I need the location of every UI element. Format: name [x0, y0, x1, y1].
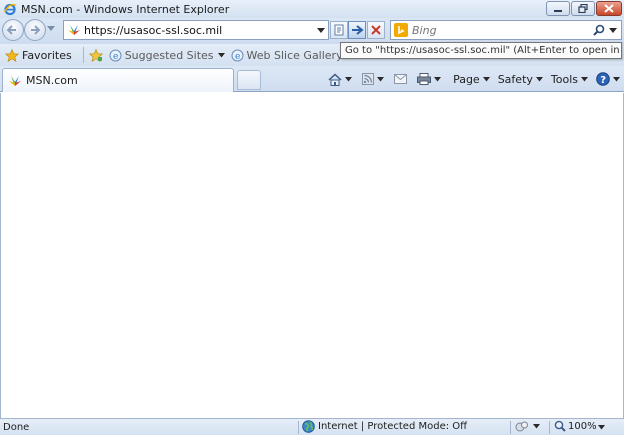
status-bar: Done Internet | Protected Mode: Off 100%	[0, 418, 624, 435]
tab-msn[interactable]: MSN.com	[2, 68, 234, 92]
favorites-button[interactable]: Favorites	[5, 48, 72, 62]
chevron-down-icon	[482, 76, 490, 81]
security-zone[interactable]: Internet | Protected Mode: Off	[302, 420, 467, 433]
help-button[interactable]: ?	[596, 72, 620, 86]
chevron-down-icon	[345, 76, 353, 81]
favorites-star-icon	[5, 48, 19, 62]
close-button[interactable]	[596, 1, 622, 16]
web-slice-gallery-link[interactable]: e Web Slice Gallery	[231, 49, 354, 62]
zoom-level: 100%	[568, 420, 597, 432]
command-bar: Page Safety Tools ?	[322, 70, 620, 88]
add-favorite-star-icon	[88, 48, 103, 62]
forward-arrow-icon	[31, 25, 41, 35]
add-to-favorites-bar-button[interactable]	[88, 48, 103, 62]
ie-page-icon: e	[109, 49, 122, 62]
feeds-icon	[362, 73, 375, 85]
protected-mode-button[interactable]	[515, 420, 540, 433]
favorites-label: Favorites	[22, 48, 72, 62]
ie-page-icon: e	[231, 49, 244, 62]
tools-menu-label: Tools	[550, 72, 578, 86]
suggested-sites-label: Suggested Sites	[124, 48, 214, 62]
status-separator	[549, 421, 550, 434]
home-icon	[328, 72, 342, 86]
read-mail-button[interactable]	[394, 74, 408, 84]
chevron-down-icon	[581, 76, 588, 81]
svg-text:e: e	[113, 52, 118, 62]
window-controls	[546, 1, 622, 16]
go-button-tooltip: Go to "https://usasoc-ssl.soc.mil" (Alt+…	[340, 42, 622, 59]
internet-explorer-icon	[3, 2, 17, 16]
go-arrow-icon	[351, 25, 364, 35]
feeds-button[interactable]	[362, 73, 385, 85]
window-title: MSN.com - Windows Internet Explorer	[21, 2, 230, 16]
security-zone-label: Internet | Protected Mode: Off	[318, 421, 468, 432]
zoom-button[interactable]: 100%	[554, 420, 597, 432]
web-slice-gallery-label: Web Slice Gallery	[246, 48, 343, 62]
status-separator	[510, 421, 511, 434]
back-arrow-icon	[6, 25, 16, 35]
status-separator	[298, 421, 299, 434]
home-button[interactable]	[328, 72, 353, 86]
page-menu-label: Page	[453, 72, 480, 86]
title-bar: MSN.com - Windows Internet Explorer	[0, 0, 624, 18]
address-input[interactable]	[84, 23, 304, 37]
mail-icon	[394, 74, 408, 84]
add-ons-icon	[515, 421, 528, 432]
print-button[interactable]	[417, 73, 442, 85]
restore-button[interactable]	[571, 1, 595, 16]
print-icon	[417, 73, 432, 85]
recent-pages-dropdown-icon[interactable]	[47, 26, 55, 32]
navigation-bar	[0, 18, 624, 44]
chevron-down-icon	[434, 76, 442, 81]
back-button[interactable]	[2, 19, 24, 41]
close-icon	[604, 4, 614, 13]
globe-icon	[302, 420, 315, 433]
page-content-area[interactable]	[0, 93, 624, 418]
tab-title: MSN.com	[26, 74, 78, 87]
search-input[interactable]	[412, 23, 582, 37]
page-menu[interactable]: Page	[453, 73, 490, 86]
address-bar[interactable]	[63, 20, 329, 40]
restore-icon	[578, 4, 588, 13]
svg-text:e: e	[235, 52, 240, 62]
status-text: Done	[3, 421, 30, 433]
safety-menu[interactable]: Safety	[498, 73, 543, 86]
chevron-down-icon	[377, 76, 385, 81]
zoom-dropdown-icon[interactable]	[598, 425, 605, 430]
help-icon: ?	[596, 72, 610, 86]
chevron-down-icon	[613, 76, 620, 81]
forward-button[interactable]	[24, 19, 46, 41]
tools-menu[interactable]: Tools	[551, 73, 588, 86]
new-tab-button[interactable]	[237, 70, 261, 90]
search-icon[interactable]	[593, 24, 605, 36]
safety-menu-label: Safety	[497, 72, 533, 86]
svg-text:?: ?	[600, 75, 606, 86]
search-box[interactable]	[390, 20, 622, 40]
msn-butterfly-icon	[9, 75, 21, 86]
favorites-separator	[82, 47, 84, 63]
stop-icon	[371, 25, 381, 35]
chevron-down-icon	[535, 76, 543, 81]
minimize-icon	[554, 9, 562, 12]
address-dropdown-icon[interactable]	[317, 28, 325, 34]
minimize-button[interactable]	[546, 1, 570, 16]
compatibility-view-button[interactable]	[330, 21, 348, 39]
zoom-magnifier-icon	[554, 420, 566, 432]
go-button[interactable]	[348, 21, 366, 39]
compatibility-view-icon	[334, 24, 344, 36]
tab-bar: MSN.com Page Safety Tools ?	[0, 66, 624, 92]
chevron-down-icon	[533, 424, 540, 429]
msn-butterfly-icon	[68, 25, 80, 35]
chevron-down-icon	[217, 52, 225, 57]
bing-icon	[394, 23, 408, 37]
stop-button[interactable]	[367, 21, 385, 39]
search-options-dropdown-icon[interactable]	[609, 28, 617, 34]
suggested-sites-link[interactable]: e Suggested Sites	[109, 49, 225, 62]
